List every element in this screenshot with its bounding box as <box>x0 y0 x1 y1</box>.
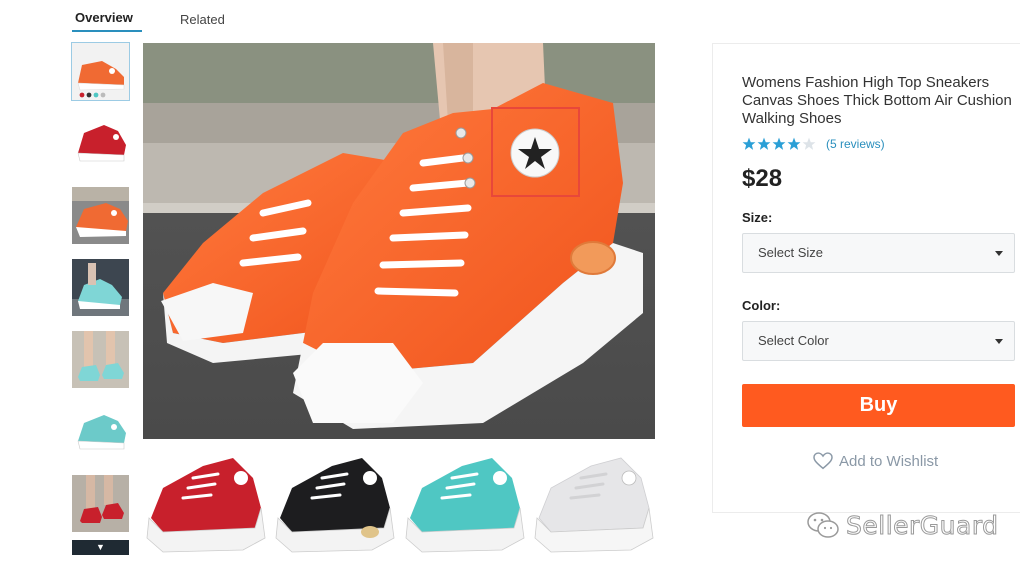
variant-black[interactable] <box>272 448 397 558</box>
watermark: SellerGuard <box>806 510 999 540</box>
buy-button[interactable]: Buy <box>742 384 1015 427</box>
product-title: Womens Fashion High Top Sneakers Canvas … <box>742 74 1012 127</box>
star-empty-icon <box>802 137 816 150</box>
caret-down-icon <box>995 251 1003 256</box>
reviews-link[interactable]: (5 reviews) <box>826 137 885 151</box>
star-rating: (5 reviews) <box>742 137 885 151</box>
thumbnail-6[interactable] <box>72 403 129 460</box>
color-label: Color: <box>742 298 781 313</box>
thumbnail-list <box>71 42 130 547</box>
size-select[interactable]: Select Size <box>742 233 1015 273</box>
variant-teal[interactable] <box>401 448 526 558</box>
tab-overview[interactable]: Overview <box>72 6 142 32</box>
add-to-wishlist-button[interactable]: Add to Wishlist <box>813 452 938 470</box>
caret-down-icon <box>995 339 1003 344</box>
thumbnail-5[interactable] <box>72 331 129 388</box>
thumbnail-4[interactable] <box>72 259 129 316</box>
tab-related[interactable]: Related <box>180 6 225 32</box>
product-info-panel: Womens Fashion High Top Sneakers Canvas … <box>712 43 1020 513</box>
variant-red[interactable] <box>143 448 267 558</box>
main-product-image[interactable] <box>143 43 655 439</box>
variant-white[interactable] <box>530 448 655 558</box>
chevron-down-icon: ▼ <box>96 542 105 552</box>
wishlist-label: Add to Wishlist <box>839 452 939 470</box>
color-select[interactable]: Select Color <box>742 321 1015 361</box>
color-variant-strip <box>143 448 655 558</box>
star-icon <box>772 137 786 150</box>
thumbnail-2[interactable] <box>72 115 129 172</box>
color-select-value: Select Color <box>758 333 829 348</box>
size-label: Size: <box>742 210 773 225</box>
logo-highlight-box <box>491 107 580 197</box>
thumbnail-1[interactable] <box>71 42 130 101</box>
thumbnail-3[interactable] <box>72 187 129 244</box>
star-icon <box>742 137 756 150</box>
thumbnail-scroll-down[interactable]: ▼ <box>72 540 129 555</box>
star-icon <box>787 137 801 150</box>
product-page: Overview Related ▼ Womens Fashion High T… <box>0 0 1020 568</box>
tab-bar: Overview Related <box>72 6 225 32</box>
heart-icon <box>813 452 833 470</box>
star-icon <box>757 137 771 150</box>
product-price: $28 <box>742 165 783 192</box>
size-select-value: Select Size <box>758 245 824 260</box>
thumbnail-7[interactable] <box>72 475 129 532</box>
watermark-text: SellerGuard <box>846 510 999 540</box>
wechat-icon <box>807 512 839 538</box>
